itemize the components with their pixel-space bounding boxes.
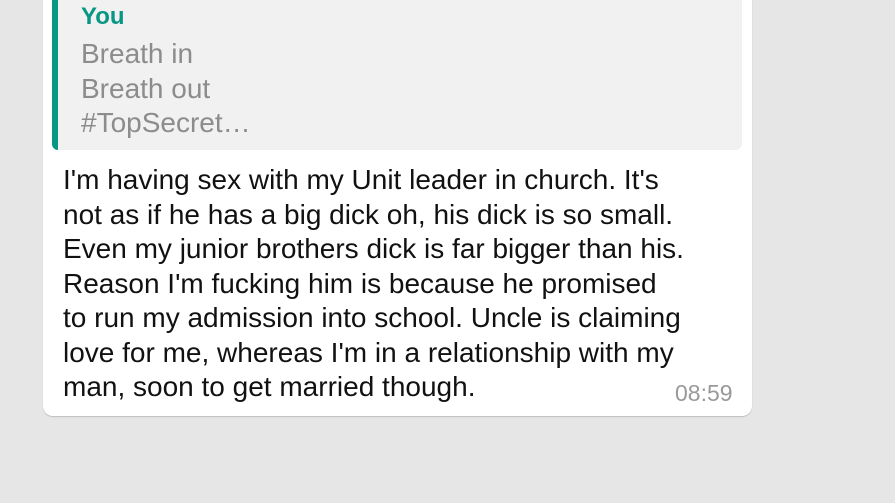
message-line: love for me, whereas I'm in a relationsh… (63, 336, 674, 368)
quote-line: #TopSecret… (81, 107, 251, 138)
message-line: I'm having sex with my Unit leader in ch… (63, 164, 659, 195)
message-line: Even my junior brothers dick is far bigg… (63, 233, 684, 264)
quote-author: You (81, 3, 125, 30)
message-line: not as if he has a big dick oh, his dick… (63, 198, 674, 230)
message-line: Reason I'm fucking him is because he pro… (63, 267, 657, 299)
quote-line: Breath in (81, 38, 194, 69)
message-line: man, soon to get married though. (63, 371, 476, 402)
quoted-reply[interactable]: You Breath in Breath out #TopSecret… (52, 0, 742, 150)
message-bubble[interactable]: You Breath in Breath out #TopSecret… I'm… (43, 0, 752, 416)
message-text: I'm having sex with my Unit leader in ch… (63, 163, 743, 405)
message-timestamp: 08:59 (675, 380, 733, 406)
message-line: to run my admission into school. Uncle i… (63, 302, 681, 333)
quote-accent-bar (52, 0, 58, 150)
quote-line: Breath out (81, 73, 211, 104)
